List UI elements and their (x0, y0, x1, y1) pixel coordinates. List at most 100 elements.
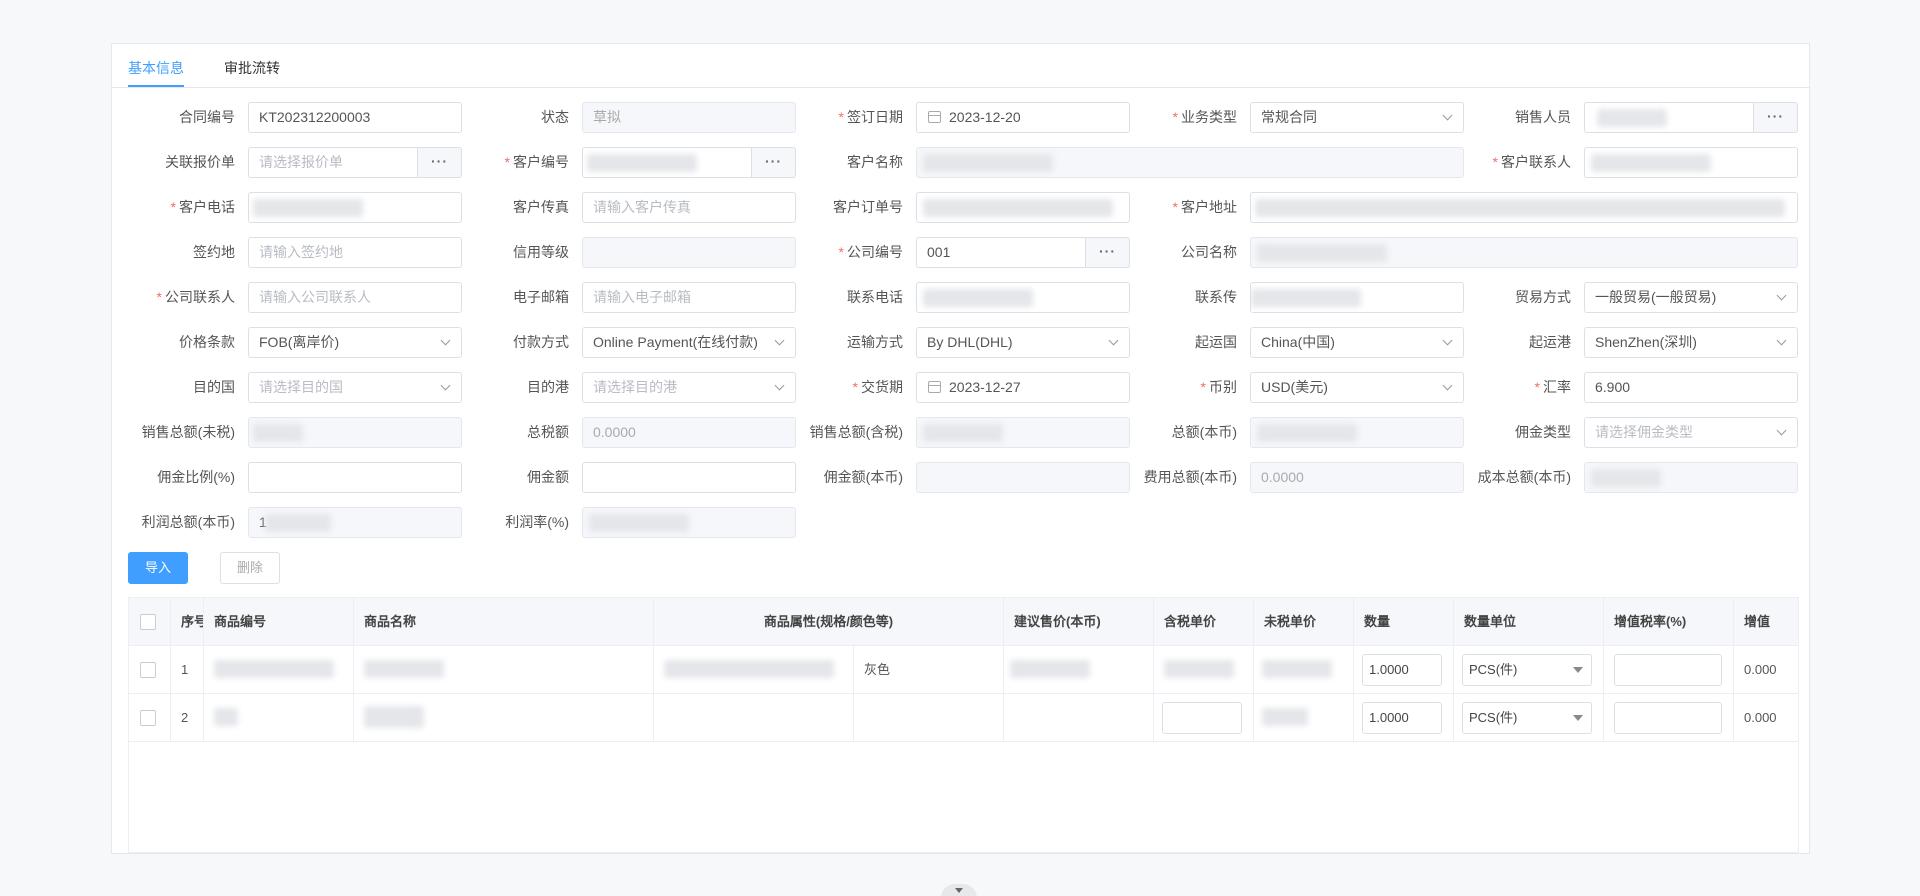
table-row: 1 灰色 1.0000 PCS(件) 0.000 (129, 646, 1798, 694)
unit-select[interactable]: PCS(件) (1462, 702, 1592, 734)
tab-approval-flow[interactable]: 审批流转 (224, 58, 280, 78)
redacted-value (1591, 154, 1711, 172)
salesperson-field[interactable] (1584, 102, 1754, 133)
redacted-value (589, 514, 689, 532)
row-checkbox[interactable] (140, 662, 156, 678)
unit-select[interactable]: PCS(件) (1462, 654, 1592, 686)
label-cost-local: 成本总额(本币) (1477, 469, 1571, 485)
label-email: 电子邮箱 (513, 289, 569, 305)
label-origin-port: 起运港 (1529, 334, 1571, 350)
label-sign-place: 签约地 (193, 244, 235, 260)
required-mark: * (838, 244, 844, 260)
row-vat-cell (1604, 694, 1734, 741)
header-price-excl-tax: 未税单价 (1254, 598, 1354, 645)
label-biz-type: * 业务类型 (1172, 109, 1237, 125)
required-mark: * (156, 289, 162, 305)
label-dest-country: 目的国 (193, 379, 235, 395)
customer-no-field[interactable] (582, 147, 752, 178)
required-mark: * (170, 199, 176, 215)
required-mark: * (504, 154, 510, 170)
redacted-value (1010, 660, 1090, 678)
redacted-value (1262, 708, 1308, 726)
header-suggest-price: 建议售价(本币) (1004, 598, 1154, 645)
rate-field[interactable]: 6.900 (1584, 372, 1798, 403)
salesperson-picker-button[interactable]: ··· (1754, 102, 1798, 133)
required-mark: * (1492, 154, 1498, 170)
company-name-field (1250, 237, 1798, 268)
label-shipping: 运输方式 (847, 334, 903, 350)
required-mark: * (1200, 379, 1206, 395)
qty-input[interactable]: 1.0000 (1362, 654, 1442, 686)
row-product-color: 灰色 (854, 646, 1004, 693)
label-credit-level: 信用等级 (513, 244, 569, 260)
redacted-value (253, 199, 363, 217)
header-seq: 序号 (171, 598, 204, 645)
vat-rate-input[interactable] (1614, 654, 1722, 686)
company-no-field[interactable]: 001 (916, 237, 1086, 268)
collapse-toggle[interactable] (941, 884, 977, 896)
redacted-value (1257, 244, 1387, 262)
select-all-checkbox[interactable] (140, 614, 156, 630)
row-vat-more: 0.000 (1744, 662, 1777, 677)
label-customer-phone: * 客户电话 (170, 199, 235, 215)
redacted-value (364, 660, 444, 678)
header-qty: 数量 (1354, 598, 1454, 645)
label-salesperson: 销售人员 (1515, 109, 1571, 125)
label-trade-mode: 贸易方式 (1515, 289, 1571, 305)
tab-basic-info[interactable]: 基本信息 (128, 58, 184, 78)
trade-mode-select[interactable]: 一般贸易(一般贸易) (1584, 282, 1798, 313)
label-status: 状态 (541, 109, 569, 125)
row-price-incl-tax-cell (1154, 694, 1254, 741)
label-origin-country: 起运国 (1195, 334, 1237, 350)
origin-port-select[interactable]: ShenZhen(深圳) (1584, 327, 1798, 358)
required-mark: * (1172, 199, 1178, 215)
label-delivery-date: * 交货期 (852, 379, 903, 395)
redacted-value (923, 199, 1113, 217)
label-phone: 联系电话 (847, 289, 903, 305)
redacted-value (1255, 199, 1785, 217)
row-suggest-price (1004, 694, 1154, 741)
price-incl-tax-input[interactable] (1162, 702, 1242, 734)
quote-field[interactable]: 请选择报价单 (248, 147, 418, 178)
import-button[interactable]: 导入 (128, 552, 188, 584)
chevron-down-icon (1776, 290, 1787, 301)
delete-button[interactable]: 删除 (220, 552, 280, 584)
row-product-spec (654, 646, 854, 693)
label-customer-name: 客户名称 (847, 154, 903, 170)
redacted-value (1257, 424, 1357, 442)
row-suggest-price (1004, 646, 1154, 693)
label-contract-no: 合同编号 (179, 109, 235, 125)
table-header: 序号 商品编号 商品名称 商品属性(规格/颜色等) 建议售价(本币) 含税单价 … (129, 598, 1798, 646)
tab-bar: 基本信息 审批流转 (112, 44, 1809, 88)
redacted-value (214, 660, 334, 678)
label-customer-no: * 客户编号 (504, 154, 569, 170)
customer-address-field[interactable] (1250, 192, 1798, 223)
redacted-value (923, 424, 1003, 442)
header-qty-unit: 数量单位 (1454, 598, 1604, 645)
select-all-cell (129, 598, 171, 645)
label-sales-total-in: 销售总额(含税) (809, 424, 903, 440)
label-rate: * 汇率 (1534, 379, 1571, 395)
label-sales-total-ex: 销售总额(未税) (141, 424, 235, 440)
redacted-value (265, 514, 331, 532)
label-tax-total: 总税额 (527, 424, 569, 440)
label-contact-fax: 联系传 (1195, 289, 1237, 305)
row-seq: 2 (171, 694, 204, 741)
required-mark: * (838, 109, 844, 125)
redacted-value (1262, 660, 1332, 678)
row-select-cell (129, 646, 171, 693)
label-profit-rate: 利润率(%) (505, 514, 569, 530)
row-qty-cell: 1.0000 (1354, 646, 1454, 693)
row-checkbox[interactable] (140, 710, 156, 726)
customer-contact-field[interactable] (1584, 147, 1798, 178)
qty-input[interactable]: 1.0000 (1362, 702, 1442, 734)
label-payment: 付款方式 (513, 334, 569, 350)
chevron-down-icon (1776, 425, 1787, 436)
caret-down-icon (955, 888, 963, 893)
label-company-no: * 公司编号 (838, 244, 903, 260)
header-vat-more: 增值 (1744, 614, 1771, 629)
vat-rate-input[interactable] (1614, 702, 1722, 734)
commission-type-select[interactable]: 请选择佣金类型 (1584, 417, 1798, 448)
required-mark: * (852, 379, 858, 395)
caret-down-icon (1573, 667, 1583, 673)
